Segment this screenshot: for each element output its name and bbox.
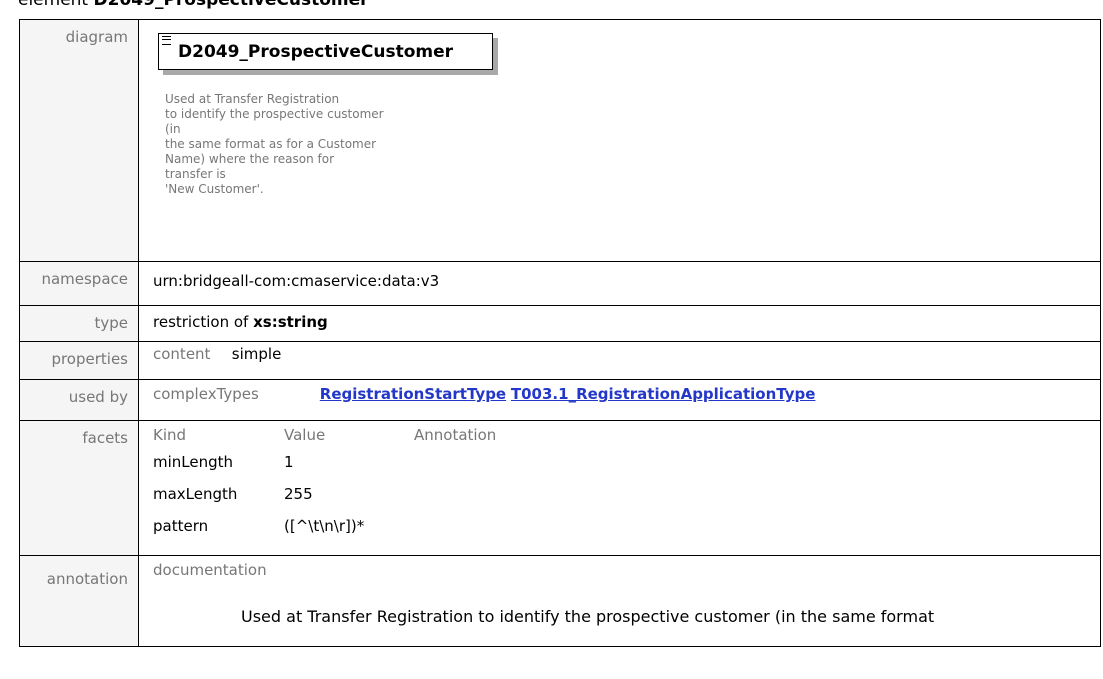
used-by-cell: complexTypes RegistrationStartType T003.… <box>138 379 1101 421</box>
element-doc-table: diagram D2049_ProspectiveCustomer Used a… <box>19 19 1101 647</box>
diagram-label: diagram <box>19 19 139 262</box>
facet-kind: maxLength <box>153 485 238 503</box>
page-title-prefix: element <box>18 0 89 10</box>
type-base: xs:string <box>253 313 328 331</box>
type-row: type restriction of xs:string <box>19 305 1101 342</box>
diagram-cell: D2049_ProspectiveCustomer Used at Transf… <box>138 19 1101 262</box>
annotation-label: annotation <box>19 555 139 647</box>
facet-row: minLength 1 <box>153 446 1100 478</box>
namespace-value: urn:bridgeall-com:cmaservice:data:v3 <box>153 272 440 290</box>
properties-key: content <box>153 345 211 363</box>
annotation-text: Used at Transfer Registration to identif… <box>241 607 935 626</box>
diagram-annotation: Used at Transfer Registration to identif… <box>165 92 384 196</box>
link-registration-application-type[interactable]: T003.1_RegistrationApplicationType <box>511 385 816 403</box>
annotation-key: documentation <box>153 561 267 579</box>
namespace-row: namespace urn:bridgeall-com:cmaservice:d… <box>19 261 1101 306</box>
type-label: type <box>19 305 139 342</box>
facets-label: facets <box>19 420 139 556</box>
namespace-label: namespace <box>19 261 139 306</box>
properties-label: properties <box>19 341 139 380</box>
page-title-name: D2049_ProspectiveCustomer <box>93 0 369 10</box>
facet-kind: pattern <box>153 517 209 535</box>
facet-kind: minLength <box>153 453 234 471</box>
properties-row: properties content simple <box>19 341 1101 380</box>
facet-value: 1 <box>284 453 294 471</box>
schema-diagram: D2049_ProspectiveCustomer Used at Transf… <box>139 20 1100 260</box>
diagram-row: diagram D2049_ProspectiveCustomer Used a… <box>19 19 1101 262</box>
facets-header-annotation: Annotation <box>414 426 497 444</box>
facet-value: ([^\t\n\r])* <box>284 517 365 535</box>
element-box[interactable]: D2049_ProspectiveCustomer <box>158 33 493 70</box>
facets-row: facets Kind Value Annotation minLength 1 ma… <box>19 420 1101 556</box>
element-box-name: D2049_ProspectiveCustomer <box>178 42 454 62</box>
namespace-cell: urn:bridgeall-com:cmaservice:data:v3 <box>138 261 1101 306</box>
properties-cell: content simple <box>138 341 1101 380</box>
facet-row: maxLength 255 <box>153 478 1100 510</box>
properties-value: simple <box>231 345 282 363</box>
facets-header: Kind Value Annotation <box>153 421 1100 446</box>
used-by-key: complexTypes <box>153 385 259 403</box>
element-lines-icon <box>162 36 171 45</box>
link-registration-start-type[interactable]: RegistrationStartType <box>320 385 506 403</box>
facet-row: pattern ([^\t\n\r])* <box>153 510 1100 542</box>
annotation-row: annotation documentation Used at Transfe… <box>19 555 1101 647</box>
facet-value: 255 <box>284 485 313 503</box>
facets-header-kind: Kind <box>153 426 187 444</box>
used-by-label: used by <box>19 379 139 421</box>
type-prefix: restriction of <box>153 313 249 331</box>
annotation-cell: documentation Used at Transfer Registrat… <box>138 555 1101 647</box>
facets-header-value: Value <box>284 426 326 444</box>
used-by-row: used by complexTypes RegistrationStartTy… <box>19 379 1101 421</box>
facets-cell: Kind Value Annotation minLength 1 maxLength… <box>138 420 1101 556</box>
page-title: element D2049_ProspectiveCustomer <box>18 0 369 10</box>
type-cell: restriction of xs:string <box>138 305 1101 342</box>
